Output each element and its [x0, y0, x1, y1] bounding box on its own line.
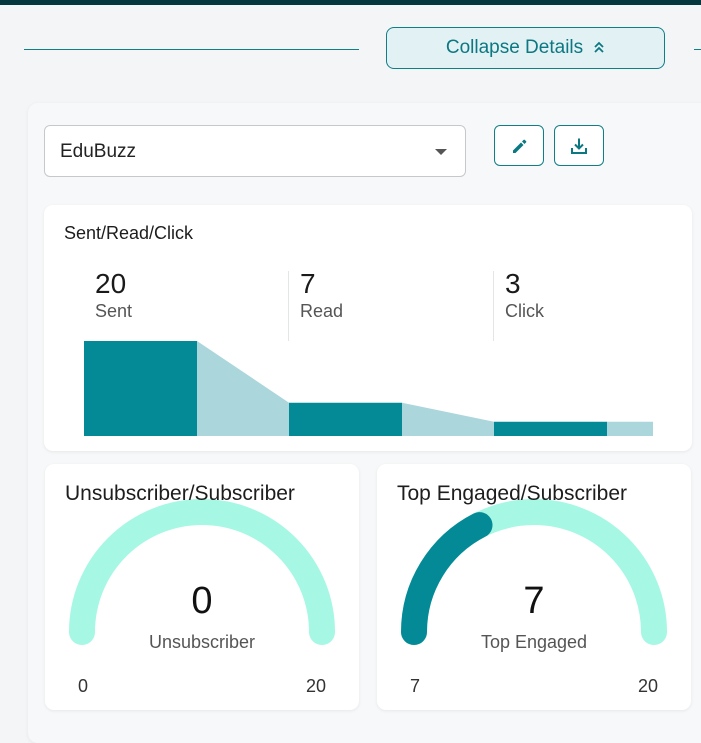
unsubscriber-gauge-card: Unsubscriber/Subscriber 0 Unsubscriber 0… [45, 464, 359, 710]
collapse-details-label: Collapse Details [445, 37, 584, 58]
gauge-min: 7 [410, 676, 421, 696]
chevron-down-icon [435, 149, 447, 155]
gauge-value: 0 [191, 580, 213, 622]
edit-button[interactable] [494, 125, 544, 166]
gauge-title: Top Engaged/Subscriber [397, 482, 627, 505]
gauge-label: Unsubscriber [148, 632, 256, 652]
gauge-max: 20 [305, 676, 326, 696]
funnel-bar-sent [84, 341, 197, 436]
stat-click-label: Click [505, 301, 544, 321]
funnel-connector [607, 421, 653, 436]
gauge-label: Top Engaged [480, 632, 588, 652]
stat-read: 7 Read [300, 269, 343, 322]
divider-left [24, 49, 359, 50]
stat-sent-value: 20 [95, 268, 127, 299]
gauge-max: 20 [637, 676, 658, 696]
funnel-connector [197, 341, 289, 436]
funnel-bar-click [494, 421, 607, 436]
campaign-select-value: EduBuzz [60, 141, 137, 162]
gauge-min: 0 [78, 676, 89, 696]
divider-right [694, 49, 701, 50]
stat-click: 3 Click [505, 269, 544, 322]
gauge-title: Unsubscriber/Subscriber [65, 482, 295, 505]
stat-divider [493, 271, 494, 341]
stat-sent-label: Sent [95, 301, 133, 321]
pencil-icon [513, 139, 527, 153]
double-chevron-up-icon [593, 40, 605, 56]
stat-divider [288, 271, 289, 341]
collapse-details-button[interactable]: Collapse Details [386, 27, 665, 69]
stat-sent: 20 Sent [95, 269, 132, 322]
campaign-select[interactable]: EduBuzz [44, 125, 466, 177]
funnel-bar-read [289, 402, 402, 436]
gauge-value: 7 [523, 580, 545, 622]
stat-read-label: Read [300, 301, 344, 321]
stat-click-value: 3 [505, 268, 521, 299]
top-engaged-gauge-card: Top Engaged/Subscriber 7 Top Engaged 7 2… [377, 464, 691, 710]
funnel-connector [402, 402, 494, 436]
stat-read-value: 7 [300, 268, 316, 299]
download-icon [571, 138, 587, 154]
top-bar [0, 0, 701, 5]
funnel-title: Sent/Read/Click [64, 223, 194, 243]
download-button[interactable] [554, 125, 604, 166]
sent-read-click-card: Sent/Read/Click 20 Sent 7 Read 3 Click [44, 205, 692, 451]
